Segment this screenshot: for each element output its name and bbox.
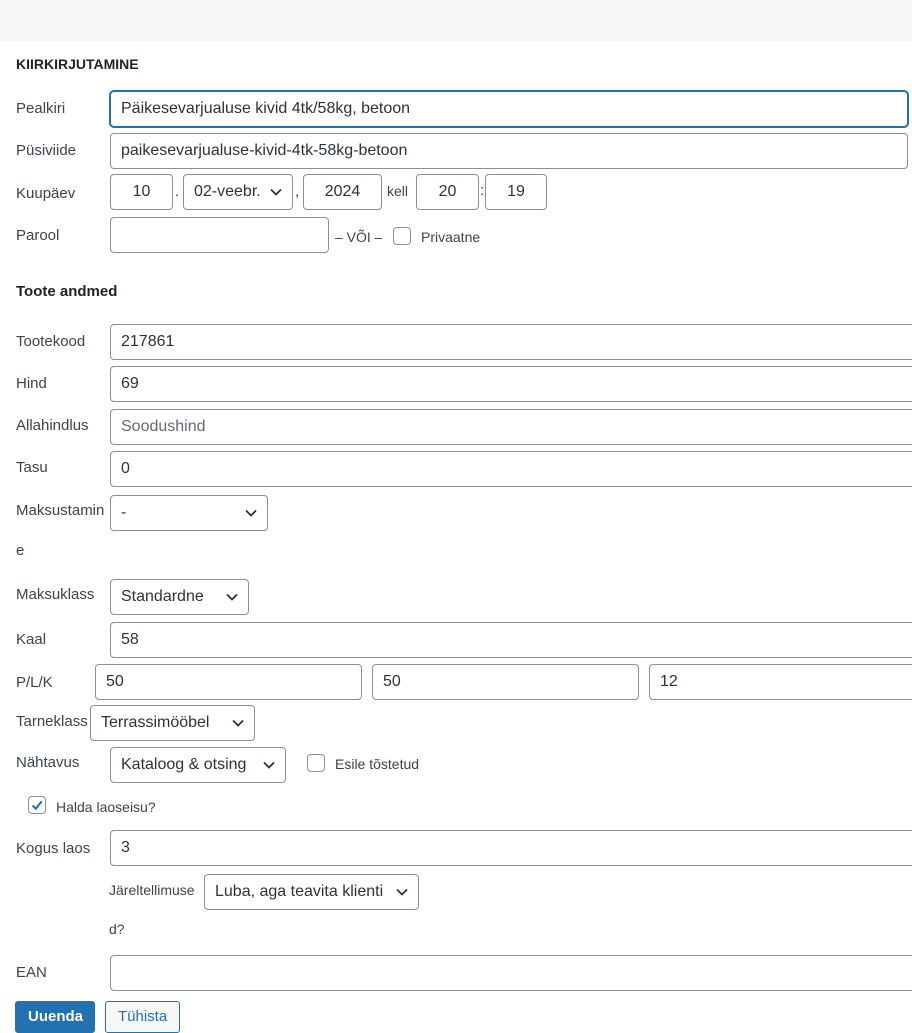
weight-label: Kaal: [16, 631, 47, 648]
date-month-select[interactable]: 02-veebr.: [183, 174, 293, 210]
weight-input[interactable]: 58: [110, 622, 912, 658]
visibility-value: Kataloog & otsing: [121, 756, 247, 773]
date-comma: ,: [295, 183, 300, 200]
manage-stock-label: Halda laoseisu?: [56, 799, 156, 815]
update-button[interactable]: Uuenda: [15, 1001, 95, 1033]
shipping-class-select[interactable]: Terrassimööbel: [90, 705, 255, 741]
date-dot: .: [175, 183, 180, 200]
date-month-value: 02-veebr.: [194, 183, 261, 200]
tax-class-select[interactable]: Standardne: [110, 579, 249, 615]
sale-price-label: Allahindlus: [16, 417, 89, 434]
ean-input[interactable]: [110, 955, 912, 991]
checkmark-icon: [31, 800, 43, 811]
password-label: Parool: [16, 227, 60, 244]
chevron-down-icon: [245, 509, 257, 517]
backorders-select[interactable]: Luba, aga teavita klienti: [204, 874, 419, 910]
ean-label: EAN: [16, 964, 47, 981]
cancel-button[interactable]: Tühista: [105, 1001, 180, 1033]
date-minute-input[interactable]: 19: [485, 174, 547, 210]
stock-quantity-label: Kogus laos: [16, 840, 91, 857]
tax-status-select[interactable]: -: [110, 495, 268, 531]
slug-input[interactable]: paikesevarjualuse-kivid-4tk-58kg-betoon: [110, 133, 908, 169]
title-label: Pealkiri: [16, 100, 66, 117]
date-year-input[interactable]: 2024: [303, 174, 382, 210]
tax-class-label: Maksuklass: [16, 586, 95, 603]
price-label: Hind: [16, 375, 47, 392]
length-input[interactable]: 50: [95, 664, 362, 700]
date-hour-input[interactable]: 20: [416, 174, 479, 210]
height-input[interactable]: 12: [649, 664, 912, 700]
featured-checkbox[interactable]: [307, 754, 325, 772]
date-at-label: kell: [387, 183, 409, 199]
dimensions-label: P/L/K: [16, 674, 53, 691]
visibility-select[interactable]: Kataloog & otsing: [110, 747, 286, 783]
manage-stock-checkbox[interactable]: [28, 796, 46, 814]
chevron-down-icon: [396, 888, 408, 896]
sku-input[interactable]: 217861: [110, 324, 912, 360]
date-colon: :: [480, 182, 485, 199]
tax-class-value: Standardne: [121, 588, 204, 605]
private-checkbox[interactable]: [393, 227, 411, 245]
slug-label: Püsiviide: [16, 142, 77, 159]
title-input[interactable]: Päikesevarjualuse kivid 4tk/58kg, betoon: [110, 91, 908, 127]
fee-label: Tasu: [16, 459, 48, 476]
password-input[interactable]: [110, 217, 329, 253]
chevron-down-icon: [232, 719, 244, 727]
chevron-down-icon: [226, 593, 238, 601]
or-text: – VÕI –: [335, 229, 383, 245]
fee-input[interactable]: 0: [110, 451, 912, 487]
backorders-label: Järeltellimuse: [109, 882, 195, 898]
sale-price-input[interactable]: Soodushind: [110, 409, 912, 445]
section-title-product-data: Toote andmed: [16, 283, 118, 300]
tax-status-label-wrap: e: [16, 542, 25, 559]
backorders-label-wrap: d?: [109, 921, 125, 937]
stock-quantity-input[interactable]: 3: [110, 830, 912, 866]
tax-status-value: -: [121, 504, 127, 521]
visibility-label: Nähtavus: [16, 754, 80, 771]
tax-status-label: Maksustamin: [16, 502, 105, 519]
section-title-quick-edit: KIIRKIRJUTAMINE: [16, 56, 139, 72]
chevron-down-icon: [270, 188, 282, 196]
top-bar: [0, 0, 912, 41]
price-input[interactable]: 69: [110, 366, 912, 402]
date-label: Kuupäev: [16, 185, 76, 202]
featured-label: Esile tõstetud: [335, 756, 420, 772]
private-label: Privaatne: [421, 229, 481, 245]
chevron-down-icon: [263, 761, 275, 769]
shipping-class-label: Tarneklass: [16, 713, 88, 730]
backorders-value: Luba, aga teavita klienti: [215, 883, 384, 900]
sku-label: Tootekood: [16, 333, 86, 350]
width-input[interactable]: 50: [372, 664, 639, 700]
shipping-class-value: Terrassimööbel: [101, 714, 210, 731]
date-day-input[interactable]: 10: [110, 174, 173, 210]
